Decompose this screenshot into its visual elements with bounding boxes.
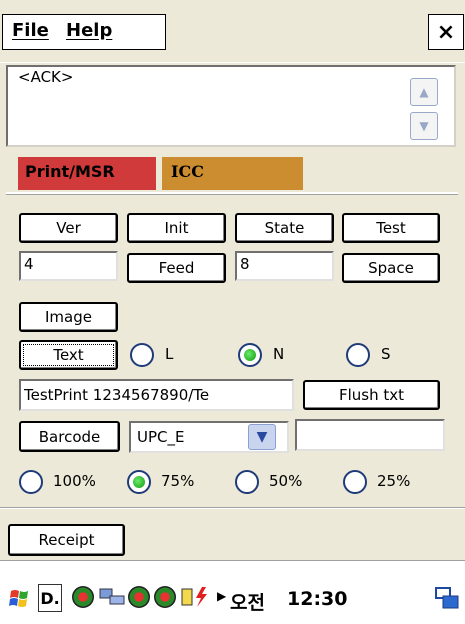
scale-label-100: 100%: [53, 472, 96, 490]
scale-radio-100[interactable]: [19, 470, 43, 494]
align-radio-n[interactable]: [238, 343, 262, 367]
align-label-s: S: [381, 345, 391, 363]
network-icon[interactable]: [98, 586, 126, 608]
battery-icon[interactable]: [180, 585, 216, 609]
text-button[interactable]: Text: [19, 340, 118, 370]
scale-radio-25[interactable]: [343, 470, 367, 494]
app-icon[interactable]: [72, 586, 94, 608]
scale-radio-75[interactable]: [127, 470, 151, 494]
scroll-down-icon[interactable]: ▼: [410, 112, 438, 140]
tab-divider-shadow: [6, 194, 458, 195]
ack-text: <ACK>: [18, 68, 74, 86]
align-label-n: N: [273, 345, 285, 363]
tab-icc[interactable]: ICC: [162, 157, 303, 190]
scale-label-75: 75%: [161, 472, 195, 490]
clock[interactable]: 12:30: [287, 588, 347, 610]
init-button[interactable]: Init: [127, 213, 226, 243]
ime-label: 오전: [230, 592, 265, 614]
menu-help[interactable]: Help: [66, 20, 112, 41]
keyboard-icon[interactable]: [434, 586, 460, 610]
feed-field[interactable]: 8: [235, 251, 334, 281]
test-button[interactable]: Test: [342, 213, 440, 243]
chevron-down-icon[interactable]: ▼: [248, 424, 276, 450]
align-radio-s[interactable]: [346, 343, 370, 367]
radio-selected-dot: [244, 349, 256, 361]
section-divider-highlight: [0, 508, 465, 509]
state-button[interactable]: State: [235, 213, 334, 243]
barcode-button[interactable]: Barcode: [19, 421, 120, 452]
print-text-field[interactable]: TestPrint 1234567890/Te: [19, 379, 294, 411]
image-button[interactable]: Image: [19, 302, 118, 332]
windows-flag-icon[interactable]: [8, 587, 34, 611]
ver-field[interactable]: 4: [19, 251, 118, 281]
close-icon: ×: [436, 19, 456, 45]
task-button[interactable]: D.: [38, 584, 62, 612]
scroll-up-icon[interactable]: ▲: [410, 78, 438, 106]
ver-button[interactable]: Ver: [19, 213, 118, 243]
ack-output[interactable]: [6, 65, 456, 147]
app-icon[interactable]: [128, 586, 150, 608]
receipt-button[interactable]: Receipt: [8, 524, 125, 556]
scale-label-25: 25%: [377, 472, 411, 490]
menu-file[interactable]: File: [12, 20, 49, 41]
app-icon[interactable]: [154, 586, 176, 608]
flush-txt-button[interactable]: Flush txt: [303, 380, 440, 410]
scale-label-50: 50%: [269, 472, 303, 490]
align-label-l: L: [165, 345, 174, 363]
radio-selected-dot: [133, 476, 145, 488]
align-radio-l[interactable]: [130, 343, 154, 367]
close-button[interactable]: ×: [428, 14, 464, 50]
barcode-data-field[interactable]: [295, 419, 445, 451]
tab-print-msr[interactable]: Print/MSR: [18, 157, 156, 190]
scale-radio-50[interactable]: [235, 470, 259, 494]
space-button[interactable]: Space: [342, 253, 440, 283]
feed-button[interactable]: Feed: [127, 253, 226, 283]
tray-expand-icon[interactable]: ▶: [217, 589, 226, 603]
